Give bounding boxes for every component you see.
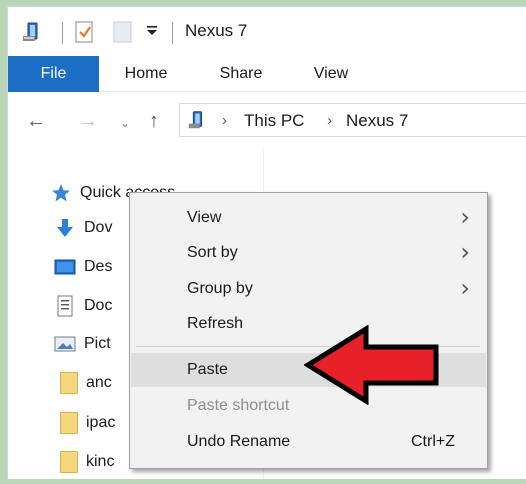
toolbar-separator bbox=[62, 22, 63, 44]
new-folder-icon[interactable] bbox=[112, 20, 134, 44]
folder-icon bbox=[60, 412, 78, 434]
tab-home[interactable]: Home bbox=[111, 56, 181, 92]
nav-item-label: Pict bbox=[84, 335, 111, 352]
toolbar-separator bbox=[172, 22, 173, 44]
desktop-icon bbox=[54, 256, 76, 278]
menu-item-group-by[interactable]: Group by › bbox=[131, 272, 486, 306]
folder-icon bbox=[60, 451, 78, 473]
folder-icon bbox=[60, 372, 78, 394]
nav-item-folder[interactable]: kinc bbox=[60, 448, 114, 476]
annotation-arrow-icon bbox=[304, 325, 439, 405]
nav-item-label: Des bbox=[84, 258, 113, 275]
shortcut-label: Ctrl+Z bbox=[411, 433, 455, 450]
nav-item-folder[interactable]: anc bbox=[60, 369, 112, 397]
submenu-arrow-icon: › bbox=[460, 238, 470, 266]
nav-item-pictures[interactable]: Pict bbox=[54, 330, 111, 358]
nav-item-label: Doc bbox=[84, 297, 113, 314]
nav-item-label: Dov bbox=[84, 219, 113, 236]
nav-item-folder[interactable]: ipac bbox=[60, 409, 115, 437]
up-arrow-icon[interactable]: ↑ bbox=[149, 111, 159, 131]
customize-toolbar-dropdown[interactable] bbox=[145, 24, 159, 38]
submenu-arrow-icon: › bbox=[460, 203, 470, 231]
menu-item-view[interactable]: View › bbox=[131, 201, 486, 235]
tab-view[interactable]: View bbox=[298, 56, 364, 92]
back-arrow-icon[interactable]: ← bbox=[26, 111, 46, 131]
breadcrumb-this-pc[interactable]: This PC bbox=[244, 111, 304, 131]
menu-item-sort-by[interactable]: Sort by › bbox=[131, 236, 486, 270]
tab-file[interactable]: File bbox=[8, 56, 99, 92]
nav-item-downloads[interactable]: Dov bbox=[54, 214, 112, 242]
file-explorer-window: Nexus 7 File Home Share View ← → ⌄ ↑ › T… bbox=[7, 6, 526, 479]
address-bar[interactable]: › This PC › Nexus 7 bbox=[179, 103, 526, 137]
breadcrumb-separator-icon[interactable]: › bbox=[327, 112, 332, 129]
nav-item-label: ipac bbox=[86, 414, 116, 431]
nav-item-label: kinc bbox=[86, 453, 115, 470]
properties-icon[interactable] bbox=[74, 20, 96, 44]
forward-arrow-icon[interactable]: → bbox=[78, 111, 98, 131]
nav-item-label: anc bbox=[86, 374, 112, 391]
nav-item-desktop[interactable]: Des bbox=[54, 253, 112, 281]
download-arrow-icon bbox=[54, 217, 76, 239]
submenu-arrow-icon: › bbox=[460, 274, 470, 302]
pictures-icon bbox=[54, 333, 76, 355]
menu-item-undo-rename[interactable]: Undo Rename Ctrl+Z bbox=[131, 425, 486, 459]
document-icon bbox=[54, 295, 76, 317]
star-icon bbox=[50, 182, 72, 204]
nav-item-documents[interactable]: Doc bbox=[54, 292, 112, 320]
device-icon bbox=[186, 109, 208, 136]
ribbon: File Home Share View bbox=[8, 56, 526, 92]
tab-share[interactable]: Share bbox=[206, 56, 276, 92]
title-bar: Nexus 7 bbox=[8, 7, 526, 55]
window-title: Nexus 7 bbox=[185, 21, 248, 40]
breadcrumb-separator-icon[interactable]: › bbox=[222, 112, 227, 129]
device-icon[interactable] bbox=[20, 20, 44, 44]
recent-locations-chevron-icon[interactable]: ⌄ bbox=[120, 113, 130, 133]
breadcrumb-nexus-7[interactable]: Nexus 7 bbox=[346, 111, 408, 131]
